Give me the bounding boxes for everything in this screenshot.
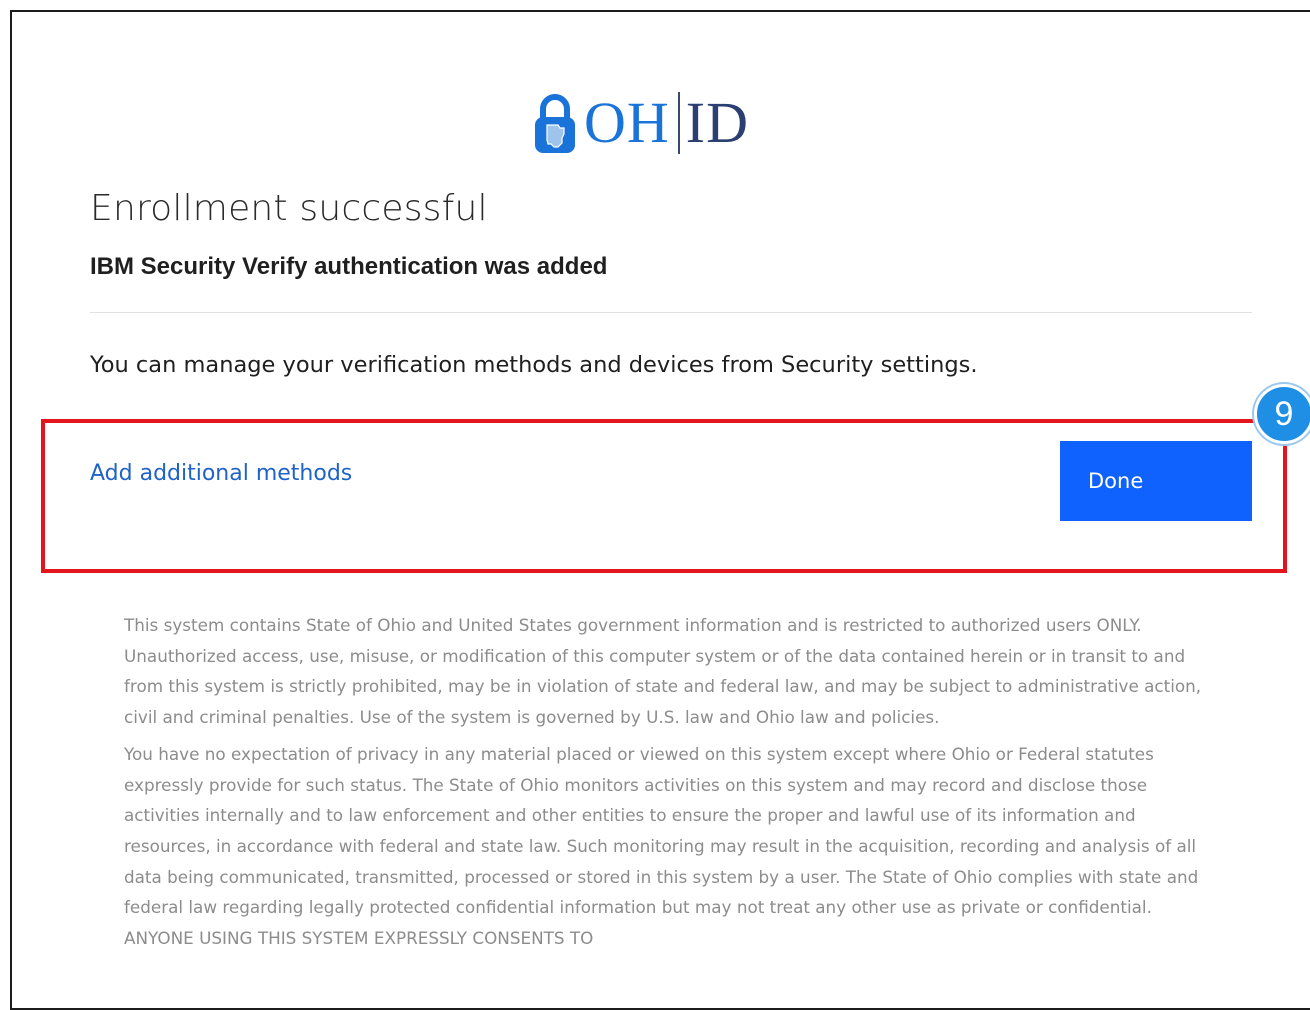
page-title: Enrollment successful	[90, 188, 488, 229]
logo-separator	[677, 92, 680, 154]
done-button[interactable]: Done	[1060, 441, 1252, 521]
logo-oh-text: OH	[584, 90, 670, 155]
disclaimer-paragraph-1: This system contains State of Ohio and U…	[124, 615, 1202, 728]
add-additional-methods-link[interactable]: Add additional methods	[90, 461, 352, 486]
section-divider	[90, 312, 1252, 313]
logo-id-text: ID	[685, 90, 749, 155]
lock-icon	[535, 94, 575, 153]
ohid-logo: OH ID	[532, 88, 749, 158]
page-subtitle: IBM Security Verify authentication was a…	[90, 253, 608, 280]
disclaimer-paragraph-2: You have no expectation of privacy in an…	[124, 743, 1199, 949]
manage-description: You can manage your verification methods…	[90, 352, 978, 378]
legal-disclaimer: This system contains State of Ohio and U…	[124, 610, 1204, 960]
step-number-badge: 9	[1254, 384, 1310, 444]
